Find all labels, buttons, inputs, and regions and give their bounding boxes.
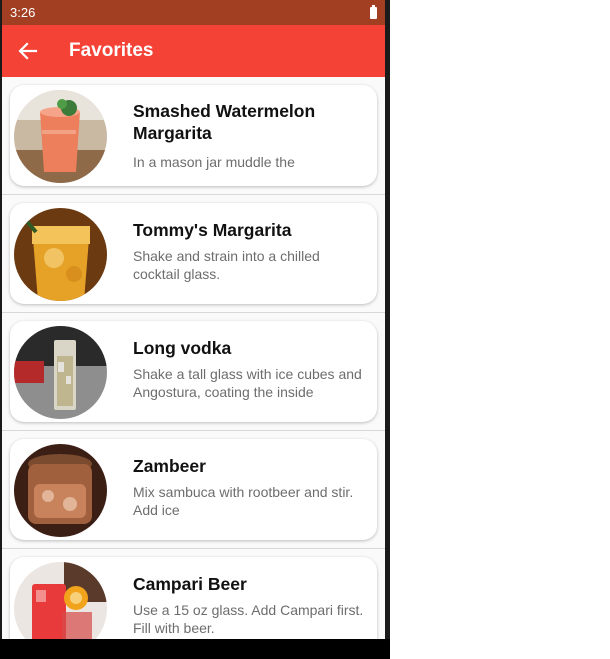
cocktail-description: Shake and strain into a chilled cocktail…	[133, 248, 320, 282]
cocktail-name: Tommy's Margarita	[133, 220, 292, 240]
favorite-card[interactable]: Campari Beer Use a 15 oz glass. Add Camp…	[10, 557, 377, 639]
list-item[interactable]: Tommy's Margarita Shake and strain into …	[2, 195, 385, 313]
list-item[interactable]: Long vodka Shake a tall glass with ice c…	[2, 313, 385, 431]
cocktail-description: Shake a tall glass with ice cubes and An…	[133, 366, 362, 400]
cocktail-image	[14, 208, 107, 301]
cocktail-image	[14, 90, 107, 183]
cocktail-name: Zambeer	[133, 456, 206, 476]
cocktail-name: Smashed Watermelon Margarita	[133, 101, 316, 143]
cocktail-description: Mix sambuca with rootbeer and stir. Add …	[133, 484, 354, 518]
list-item[interactable]: Smashed Watermelon Margarita In a mason …	[2, 77, 385, 195]
favorite-card[interactable]: Long vodka Shake a tall glass with ice c…	[10, 321, 377, 422]
status-bar: 3:26	[2, 0, 385, 25]
back-button[interactable]	[4, 25, 52, 77]
cocktail-description: Use a 15 oz glass. Add Campari first. Fi…	[133, 602, 364, 636]
favorite-card[interactable]: Zambeer Mix sambuca with rootbeer and st…	[10, 439, 377, 540]
cocktail-name: Long vodka	[133, 338, 232, 358]
list-item[interactable]: Campari Beer Use a 15 oz glass. Add Camp…	[2, 549, 385, 639]
cocktail-description: In a mason jar muddle the watermelon and…	[133, 154, 295, 170]
status-time: 3:26	[10, 5, 36, 20]
navigation-bar	[0, 639, 390, 659]
cocktail-image	[14, 562, 107, 639]
cocktail-image	[14, 444, 107, 537]
battery-icon	[370, 5, 377, 19]
cocktail-name: Campari Beer	[133, 574, 247, 594]
phone-frame: 3:26 Favorites Smashed Watermelon Margar…	[0, 0, 390, 659]
list-item[interactable]: Zambeer Mix sambuca with rootbeer and st…	[2, 431, 385, 549]
page-title: Favorites	[69, 40, 154, 61]
favorites-list[interactable]: Smashed Watermelon Margarita In a mason …	[2, 77, 385, 639]
cocktail-image	[14, 326, 107, 419]
app-bar: Favorites	[2, 25, 385, 77]
arrow-left-icon	[18, 42, 38, 60]
favorite-card[interactable]: Tommy's Margarita Shake and strain into …	[10, 203, 377, 304]
favorite-card[interactable]: Smashed Watermelon Margarita In a mason …	[10, 85, 377, 186]
